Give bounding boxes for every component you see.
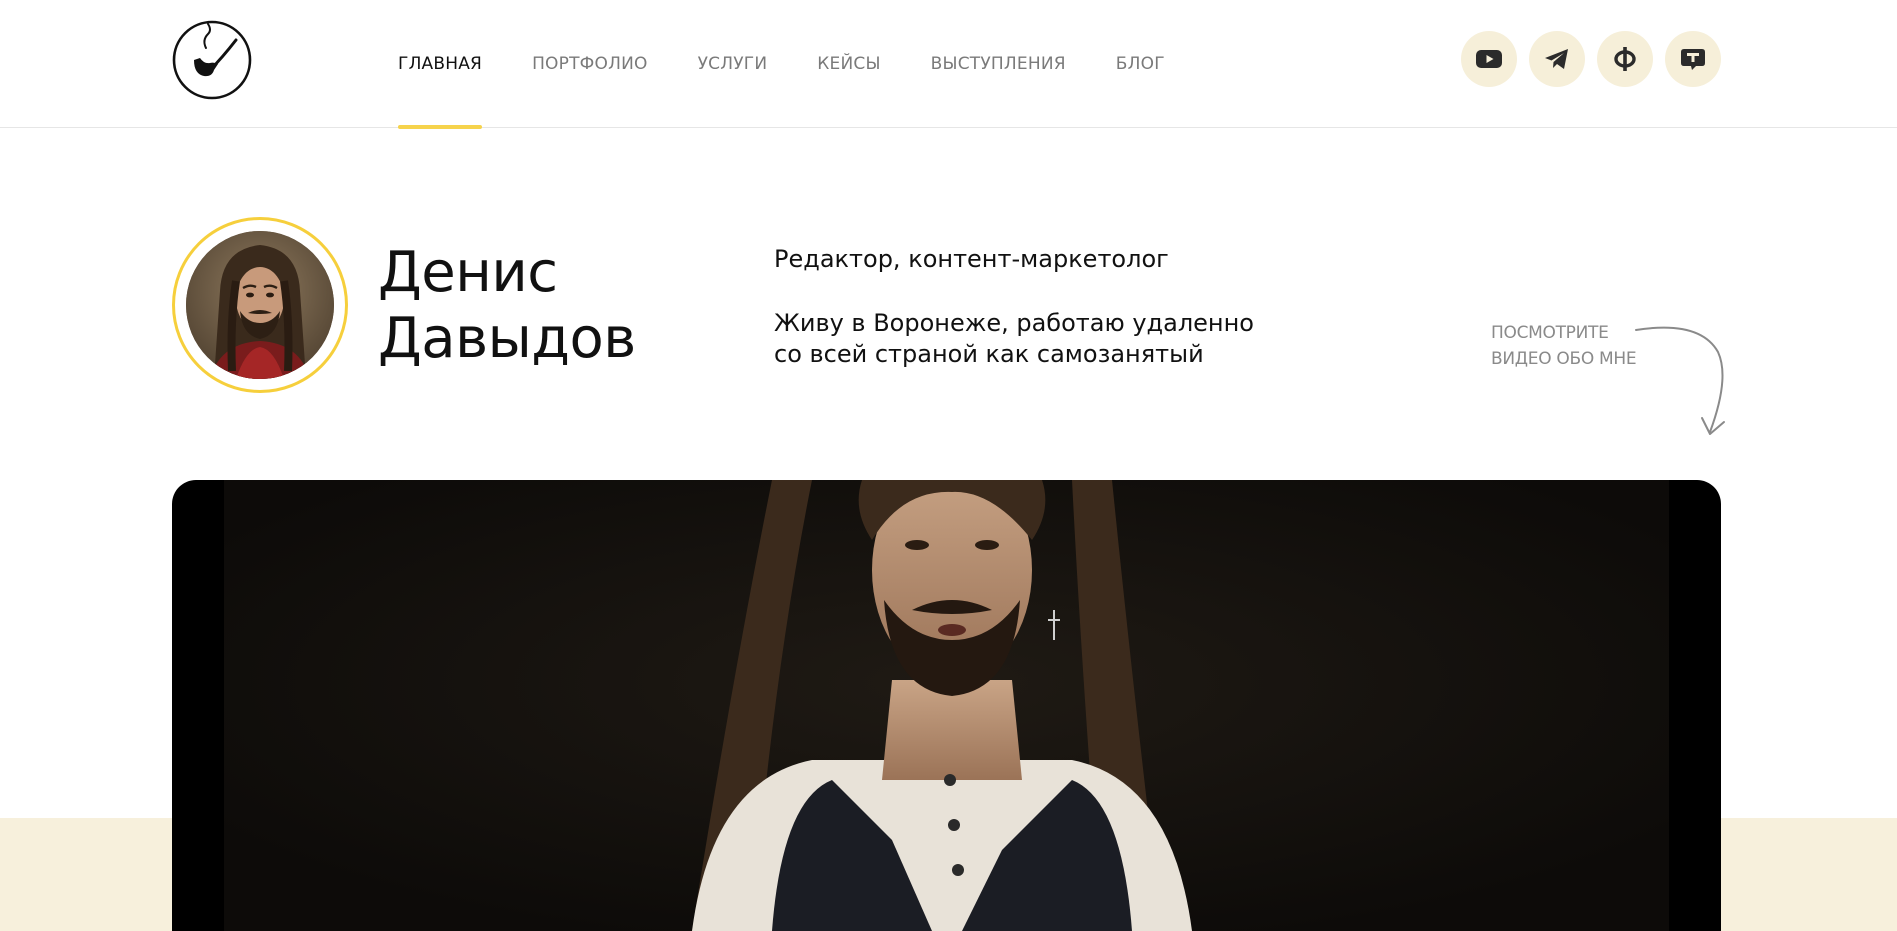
avatar xyxy=(186,231,334,379)
telegram-button[interactable] xyxy=(1529,31,1585,87)
person-name: Денис Давыдов xyxy=(378,240,636,372)
intro-video-player[interactable] xyxy=(172,480,1721,931)
nav-item-talks[interactable]: ВЫСТУПЛЕНИЯ xyxy=(931,0,1066,128)
nav-item-portfolio[interactable]: ПОРТФОЛИО xyxy=(532,0,648,128)
main-nav: ГЛАВНАЯ ПОРТФОЛИО УСЛУГИ КЕЙСЫ ВЫСТУПЛЕН… xyxy=(398,0,1165,129)
location-text: Живу в Воронеже, работаю удаленно со все… xyxy=(774,308,1254,370)
tenchat-button[interactable] xyxy=(1665,31,1721,87)
nav-item-home[interactable]: ГЛАВНАЯ xyxy=(398,0,483,129)
pipe-logo-icon[interactable] xyxy=(170,18,254,102)
nav-item-blog[interactable]: БЛОГ xyxy=(1116,0,1165,128)
location-line-1: Живу в Воронеже, работаю удаленно xyxy=(774,309,1254,337)
site-header: ГЛАВНАЯ ПОРТФОЛИО УСЛУГИ КЕЙСЫ ВЫСТУПЛЕН… xyxy=(0,0,1897,129)
first-name: Денис xyxy=(378,240,558,305)
last-name: Давыдов xyxy=(378,306,636,371)
location-line-2: со всей страной как самозанятый xyxy=(774,340,1204,368)
tenchat-icon xyxy=(1680,46,1706,72)
youtube-button[interactable] xyxy=(1461,31,1517,87)
avatar-ring xyxy=(172,217,348,393)
curved-arrow-icon xyxy=(1630,322,1730,442)
video-hint-line-2: ВИДЕО ОБО МНЕ xyxy=(1491,349,1637,369)
facebook-icon xyxy=(1613,46,1637,72)
role-text: Редактор, контент-маркетолог xyxy=(774,245,1169,273)
telegram-icon xyxy=(1544,47,1570,71)
social-links xyxy=(1461,31,1721,87)
youtube-icon xyxy=(1476,49,1502,69)
video-hint-line-1: ПОСМОТРИТЕ xyxy=(1491,323,1609,343)
facebook-button[interactable] xyxy=(1597,31,1653,87)
nav-item-cases[interactable]: КЕЙСЫ xyxy=(817,0,880,128)
video-hint: ПОСМОТРИТЕ ВИДЕО ОБО МНЕ xyxy=(1491,320,1637,372)
nav-item-services[interactable]: УСЛУГИ xyxy=(698,0,768,128)
